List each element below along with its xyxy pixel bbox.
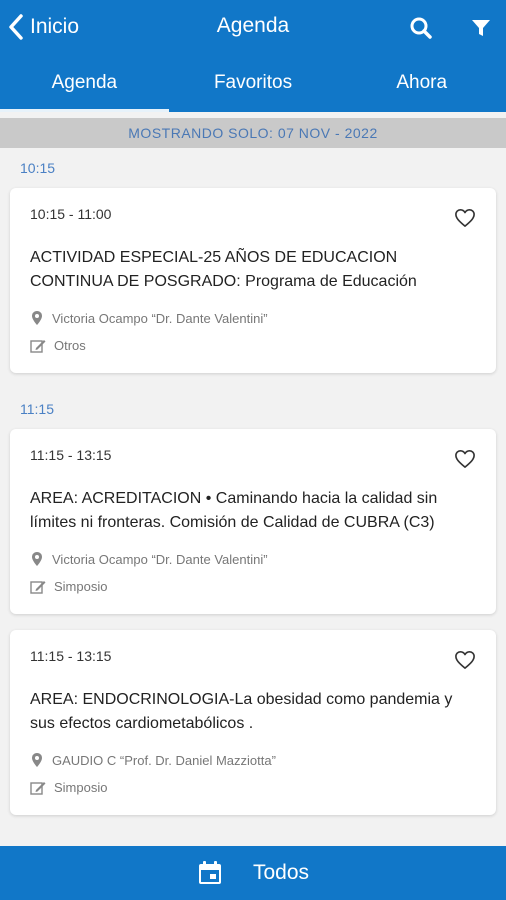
tab-bar: Agenda Favoritos Ahora [0, 56, 506, 112]
edit-icon [30, 781, 46, 795]
session-location: Victoria Ocampo “Dr. Dante Valentini” [52, 551, 268, 567]
session-category-row: Simposio [30, 579, 476, 594]
time-group-header: 10:15 [20, 160, 56, 176]
session-title: ACTIVIDAD ESPECIAL-25 AÑOS DE EDUCACION … [30, 249, 417, 290]
session-location: Victoria Ocampo “Dr. Dante Valentini” [52, 310, 268, 326]
filter-button[interactable] [468, 15, 494, 41]
session-title: AREA: ACREDITACION • Caminando hacia la … [30, 490, 438, 531]
calendar-icon [198, 861, 221, 884]
map-marker-icon [32, 311, 42, 325]
search-icon [410, 17, 432, 39]
map-marker-icon [32, 552, 42, 566]
edit-icon [30, 339, 46, 353]
search-button[interactable] [408, 15, 434, 41]
session-category-row: Otros [30, 338, 476, 353]
tab-agenda[interactable]: Agenda [0, 56, 169, 112]
edit-icon [30, 580, 46, 594]
session-location-row: Victoria Ocampo “Dr. Dante Valentini” [30, 310, 476, 326]
session-time-range: 10:15 - 11:00 [30, 206, 112, 222]
bottom-bar-label: Todos [252, 861, 310, 884]
session-category: Simposio [54, 579, 108, 594]
session-time-range: 11:15 - 13:15 [30, 648, 112, 664]
session-location: GAUDIO C “Prof. Dr. Daniel Mazziotta” [52, 752, 276, 768]
time-group-header: 11:15 [20, 401, 54, 417]
session-location-row: GAUDIO C “Prof. Dr. Daniel Mazziotta” [30, 752, 476, 768]
session-card[interactable]: 11:15 - 13:15 AREA: ACREDITACION • Camin… [10, 429, 496, 614]
session-category-row: Simposio [30, 780, 476, 795]
agenda-list[interactable]: 10:15 10:15 - 11:00 ACTIVIDAD ESPECIAL-2… [0, 148, 506, 846]
top-app-bar: Inicio Agenda Agenda Favoritos Ahora [0, 0, 506, 112]
session-card[interactable]: 11:15 - 13:15 AREA: ENDOCRINOLOGIA-La ob… [10, 630, 496, 815]
favorite-heart-icon[interactable] [454, 208, 476, 228]
tab-favoritos[interactable]: Favoritos [169, 56, 338, 112]
filter-icon [472, 20, 490, 36]
session-category: Simposio [54, 780, 108, 795]
session-time-range: 11:15 - 13:15 [30, 447, 112, 463]
favorite-heart-icon[interactable] [454, 650, 476, 670]
tab-ahora[interactable]: Ahora [337, 56, 506, 112]
session-card[interactable]: 10:15 - 11:00 ACTIVIDAD ESPECIAL-25 AÑOS… [10, 188, 496, 373]
session-location-row: Victoria Ocampo “Dr. Dante Valentini” [30, 551, 476, 567]
bottom-bar-todos[interactable]: Todos [0, 846, 506, 900]
date-filter-banner: MOSTRANDO SOLO: 07 NOV - 2022 [0, 118, 506, 148]
favorite-heart-icon[interactable] [454, 449, 476, 469]
session-category: Otros [54, 338, 86, 353]
map-marker-icon [32, 753, 42, 767]
session-title: AREA: ENDOCRINOLOGIA-La obesidad como pa… [30, 691, 453, 732]
